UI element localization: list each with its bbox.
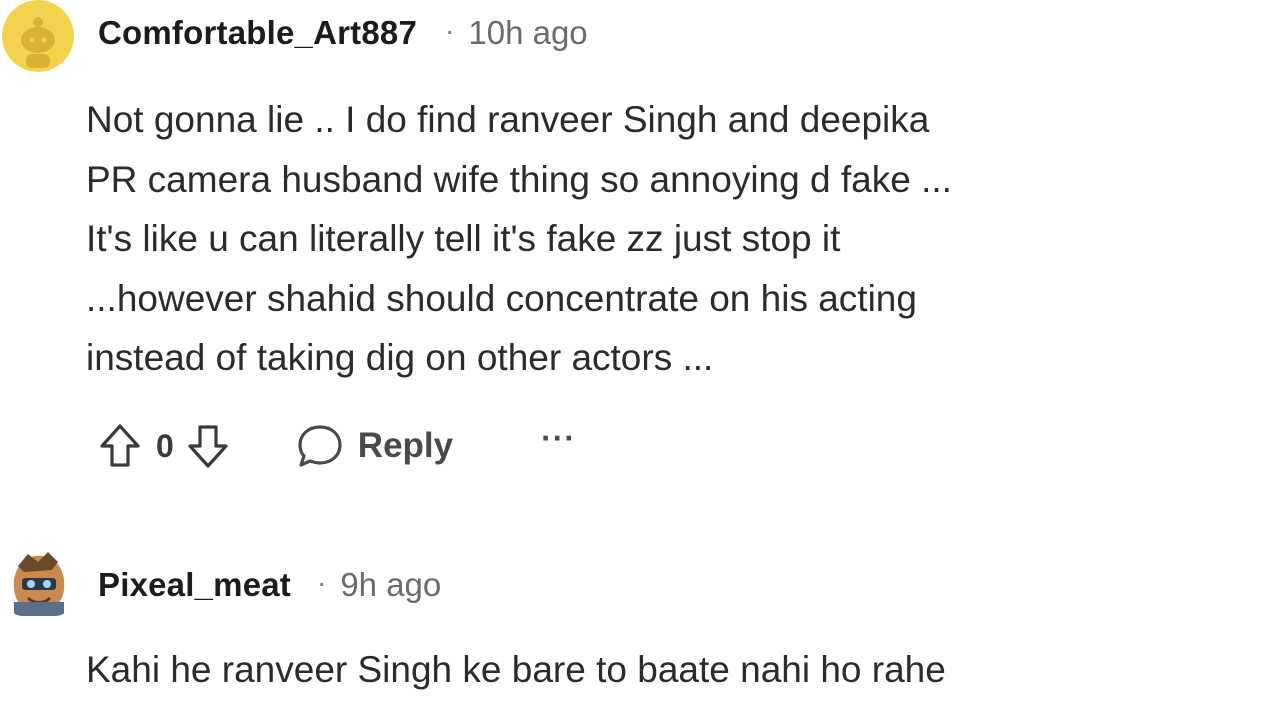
- vote-count: 0: [156, 427, 174, 464]
- comment-bubble-icon: [296, 423, 344, 469]
- username-link[interactable]: Pixeal_meat: [98, 566, 291, 604]
- timestamp[interactable]: 9h ago: [340, 566, 441, 604]
- timestamp[interactable]: 10h ago: [468, 14, 587, 52]
- more-options-icon[interactable]: ···: [541, 420, 576, 457]
- upvote-icon[interactable]: [98, 422, 142, 470]
- snoo-avatar-icon[interactable]: [2, 0, 74, 72]
- reply-label: Reply: [357, 426, 454, 465]
- character-avatar-icon[interactable]: [8, 548, 70, 616]
- username-link[interactable]: Comfortable_Art887: [98, 14, 417, 52]
- comment-thread: Comfortable_Art887 · 10h ago Not gonna l…: [0, 0, 1280, 720]
- comment-body: Not gonna lie .. I do find ranveer Singh…: [86, 99, 952, 378]
- reply-button[interactable]: Reply: [296, 423, 453, 469]
- meta-separator: ·: [445, 15, 455, 46]
- comment-meta: Pixeal_meat · 9h ago: [98, 566, 441, 604]
- comment-actions: 0 Reply ···: [98, 418, 576, 474]
- downvote-icon[interactable]: [186, 422, 230, 470]
- meta-separator: ·: [317, 567, 327, 598]
- comment-meta: Comfortable_Art887 · 10h ago: [98, 14, 588, 52]
- comment-body: Kahi he ranveer Singh ke bare to baate n…: [86, 649, 946, 690]
